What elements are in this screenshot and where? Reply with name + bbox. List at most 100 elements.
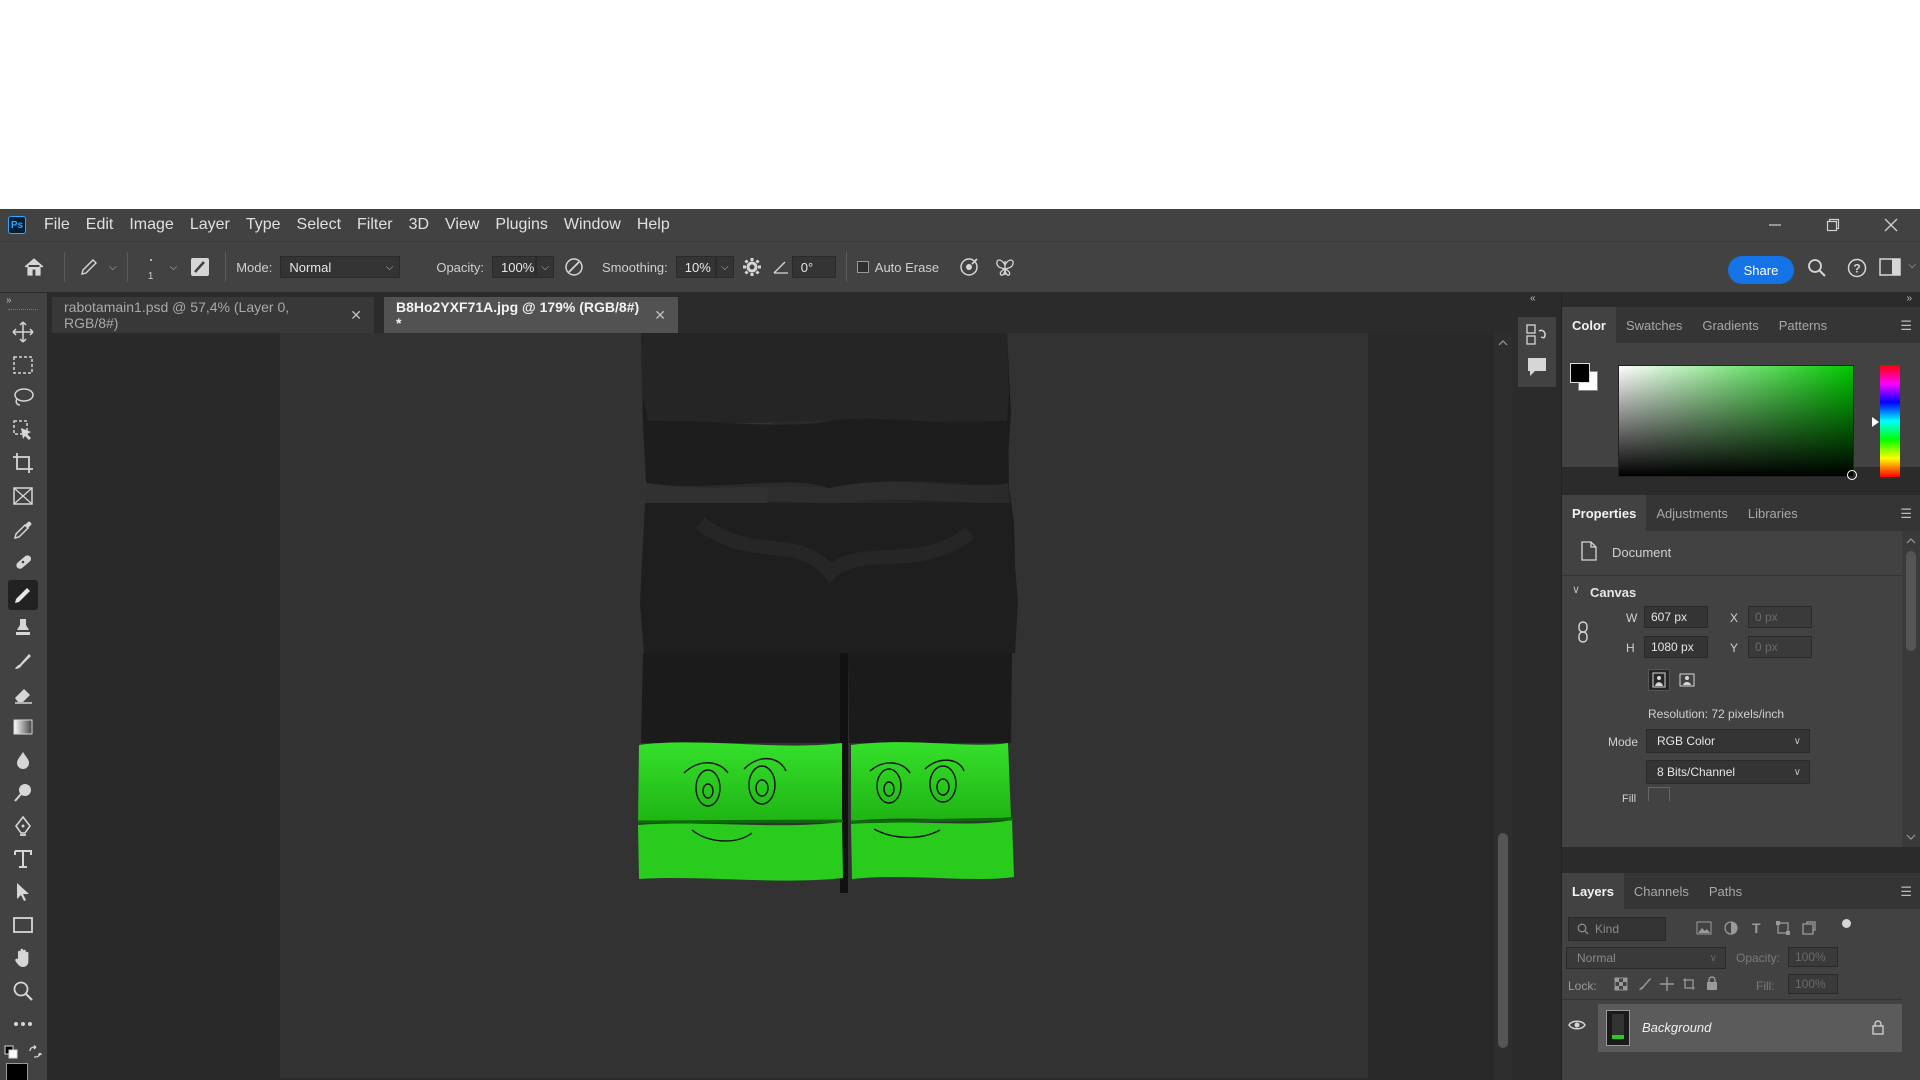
pen-tool[interactable]	[8, 811, 38, 841]
color-field[interactable]	[1618, 365, 1857, 480]
document-canvas[interactable]	[280, 333, 1368, 1078]
smoothing-slider-toggle[interactable]: ⌵	[715, 256, 734, 278]
tab-libraries[interactable]: Libraries	[1738, 495, 1808, 531]
menu-3d[interactable]: 3D	[409, 216, 429, 234]
document-image[interactable]	[280, 333, 1368, 1078]
swap-colors-button[interactable]	[28, 1044, 43, 1062]
menu-filter[interactable]: Filter	[357, 216, 393, 234]
workspace-switcher[interactable]	[1878, 258, 1902, 276]
brush-settings-toggle[interactable]	[185, 257, 215, 277]
fill-color-swatch[interactable]	[1648, 787, 1670, 801]
color-mode-dropdown[interactable]: RGB Color ∨	[1646, 729, 1810, 753]
collapse-panels-icon[interactable]: »	[1906, 293, 1912, 304]
link-dimensions-button[interactable]	[1576, 621, 1590, 646]
collapse-toolbar-icon[interactable]: »	[6, 295, 12, 306]
layer-name[interactable]: Background	[1642, 1020, 1711, 1035]
marquee-tool[interactable]	[8, 350, 38, 380]
color-picker-cursor[interactable]	[1847, 470, 1857, 480]
tab-rabotamain1[interactable]: rabotamain1.psd @ 57,4% (Layer 0, RGB/8#…	[52, 297, 374, 333]
tab-patterns[interactable]: Patterns	[1769, 307, 1837, 343]
mode-dropdown[interactable]: Normal ⌵	[280, 256, 401, 278]
help-button[interactable]: ?	[1846, 258, 1868, 278]
scrollbar-thumb[interactable]	[1906, 551, 1916, 651]
hue-slider[interactable]	[1880, 365, 1900, 477]
panel-menu-icon[interactable]: ☰	[1900, 318, 1912, 334]
chevron-down-icon[interactable]: ∨	[1572, 583, 1580, 596]
menu-plugins[interactable]: Plugins	[495, 216, 547, 234]
default-colors-button[interactable]	[4, 1045, 18, 1062]
bit-depth-dropdown[interactable]: 8 Bits/Channel ∨	[1646, 760, 1810, 784]
landscape-orientation-button[interactable]	[1676, 669, 1698, 691]
tab-layers[interactable]: Layers	[1562, 873, 1624, 909]
tab-swatches[interactable]: Swatches	[1616, 307, 1692, 343]
tab-paths[interactable]: Paths	[1699, 873, 1752, 909]
menu-file[interactable]: File	[44, 216, 70, 234]
close-icon[interactable]: ✕	[350, 307, 362, 324]
filter-shape-layers-button[interactable]	[1776, 921, 1790, 938]
toolbar-grip[interactable]	[8, 309, 38, 311]
path-selection-tool[interactable]	[8, 877, 38, 907]
lock-position-button[interactable]	[1660, 977, 1674, 994]
crop-tool[interactable]	[8, 448, 38, 478]
eyedropper-tool[interactable]	[8, 515, 38, 545]
tool-preset-picker[interactable]	[75, 257, 103, 277]
canvas-workspace[interactable]	[48, 333, 1494, 1080]
auto-erase-checkbox[interactable]	[856, 261, 869, 273]
lock-artboard-button[interactable]	[1682, 977, 1696, 994]
filter-type-layers-icon[interactable]: T	[1752, 920, 1761, 936]
properties-scrollbar[interactable]	[1902, 531, 1920, 847]
panel-menu-icon[interactable]: ☰	[1900, 884, 1912, 900]
move-tool[interactable]	[8, 317, 38, 347]
lasso-tool[interactable]	[8, 382, 38, 412]
tab-color[interactable]: Color	[1562, 307, 1616, 343]
smoothing-input[interactable]: 10%	[675, 256, 716, 278]
chevron-down-icon[interactable]: ⌵	[170, 262, 178, 273]
foreground-color-swatch[interactable]	[1570, 363, 1590, 383]
opacity-slider-toggle[interactable]: ⌵	[536, 256, 555, 278]
menu-image[interactable]: Image	[129, 216, 173, 234]
share-button[interactable]: Share	[1728, 256, 1794, 284]
menu-type[interactable]: Type	[246, 216, 281, 234]
tab-channels[interactable]: Channels	[1624, 873, 1699, 909]
tab-gradients[interactable]: Gradients	[1692, 307, 1768, 343]
lock-transparency-button[interactable]	[1614, 977, 1628, 994]
pressure-opacity-button[interactable]	[554, 256, 594, 278]
menu-view[interactable]: View	[445, 216, 479, 234]
menu-layer[interactable]: Layer	[190, 216, 230, 234]
search-button[interactable]	[1806, 258, 1828, 278]
minimize-button[interactable]	[1746, 209, 1804, 241]
opacity-input[interactable]: 100%	[492, 256, 537, 278]
lock-pixels-button[interactable]	[1638, 977, 1652, 994]
clone-stamp-tool[interactable]	[8, 613, 38, 643]
menu-window[interactable]: Window	[564, 216, 621, 234]
tab-b8ho2yxf71a[interactable]: B8Ho2YXF71A.jpg @ 179% (RGB/8#) * ✕	[384, 297, 678, 333]
rectangle-tool[interactable]	[8, 910, 38, 940]
angle-input[interactable]: 0°	[791, 256, 836, 278]
filter-adjustment-layers-button[interactable]	[1724, 921, 1738, 938]
frame-tool[interactable]	[8, 481, 38, 511]
zoom-tool[interactable]	[8, 976, 38, 1006]
type-tool[interactable]	[8, 844, 38, 874]
canvas-height-input[interactable]: 1080 px	[1644, 636, 1708, 658]
tab-adjustments[interactable]: Adjustments	[1646, 495, 1738, 531]
gradient-tool[interactable]	[8, 712, 38, 742]
lock-all-button[interactable]	[1706, 976, 1718, 994]
filter-pixel-layers-button[interactable]	[1696, 921, 1712, 938]
menu-edit[interactable]: Edit	[86, 216, 114, 234]
foreground-color-swatch[interactable]	[6, 1063, 28, 1080]
panel-menu-icon[interactable]: ☰	[1900, 506, 1912, 522]
scroll-down-arrow-icon[interactable]	[1902, 831, 1920, 843]
menu-select[interactable]: Select	[297, 216, 341, 234]
hue-slider-handle[interactable]	[1872, 417, 1879, 427]
tab-properties[interactable]: Properties	[1562, 495, 1647, 531]
symmetry-button[interactable]	[987, 256, 1023, 278]
layer-lock-icon[interactable]	[1872, 1020, 1884, 1038]
close-icon[interactable]: ✕	[654, 307, 666, 324]
dodge-tool[interactable]	[8, 778, 38, 808]
chevron-down-icon[interactable]: ⌵	[109, 262, 117, 273]
restore-button[interactable]	[1804, 209, 1862, 241]
pencil-tool[interactable]	[8, 580, 38, 610]
pressure-size-button[interactable]	[951, 256, 987, 278]
scroll-up-arrow-icon[interactable]	[1494, 337, 1512, 349]
layer-visibility-toggle[interactable]	[1568, 1018, 1586, 1035]
